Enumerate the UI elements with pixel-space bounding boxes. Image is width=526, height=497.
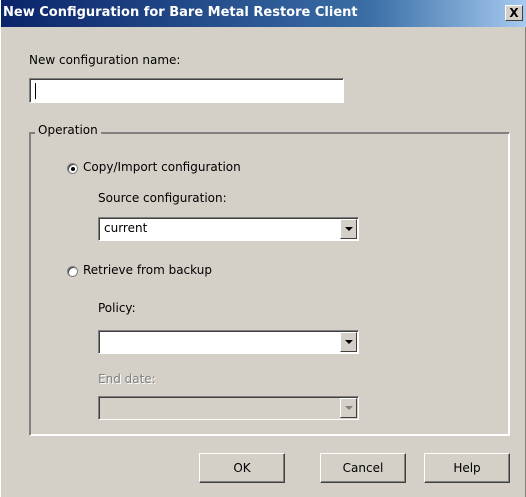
title-bar: New Configuration for Bare Metal Restore… xyxy=(1,0,526,27)
source-configuration-label: Source configuration: xyxy=(98,191,227,205)
ok-button[interactable]: OK xyxy=(199,453,285,483)
chevron-down-icon xyxy=(345,227,353,231)
cancel-button[interactable]: Cancel xyxy=(320,453,406,483)
policy-select[interactable] xyxy=(98,330,359,354)
copy-import-radio-label[interactable]: Copy/Import configuration xyxy=(83,160,241,174)
end-date-label: End date: xyxy=(98,372,156,386)
chevron-down-icon xyxy=(345,406,353,410)
end-date-select xyxy=(98,396,359,420)
copy-import-radio[interactable] xyxy=(67,163,78,174)
dialog-title: New Configuration for Bare Metal Restore… xyxy=(3,5,358,20)
policy-label: Policy: xyxy=(98,301,136,315)
retrieve-backup-radio[interactable] xyxy=(67,266,78,277)
configuration-name-input[interactable] xyxy=(29,78,344,103)
close-icon: X xyxy=(509,6,519,20)
source-configuration-value: current xyxy=(104,221,148,235)
source-configuration-select[interactable]: current xyxy=(98,217,359,241)
end-date-dropdown-button xyxy=(340,398,357,418)
configuration-name-label: New configuration name: xyxy=(29,53,181,67)
chevron-down-icon xyxy=(345,340,353,344)
close-button[interactable]: X xyxy=(505,5,523,21)
new-configuration-dialog: New Configuration for Bare Metal Restore… xyxy=(0,0,526,497)
operation-groupbox xyxy=(29,132,510,436)
text-caret xyxy=(35,83,36,99)
operation-group-label: Operation xyxy=(35,123,101,137)
source-configuration-dropdown-button[interactable] xyxy=(340,219,357,239)
policy-dropdown-button[interactable] xyxy=(340,332,357,352)
help-button[interactable]: Help xyxy=(424,453,510,483)
radio-selected-dot xyxy=(71,167,75,171)
retrieve-backup-radio-label[interactable]: Retrieve from backup xyxy=(83,263,212,277)
